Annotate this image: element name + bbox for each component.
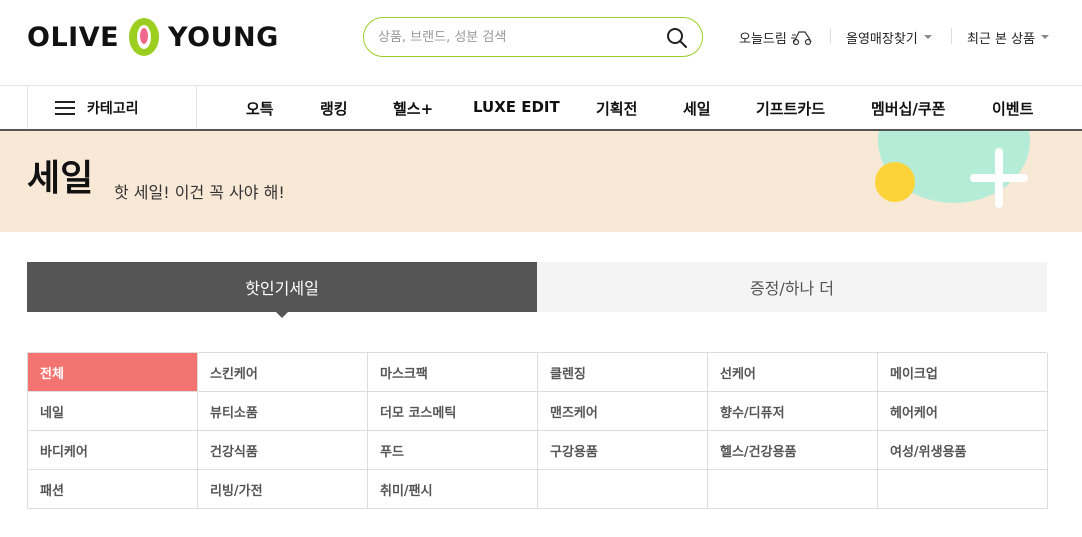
category-menu-button[interactable]: 카테고리 bbox=[27, 86, 197, 129]
active-tab-indicator bbox=[276, 312, 288, 318]
category-beauty-tools[interactable]: 뷰티소품 bbox=[198, 392, 368, 431]
category-health-food[interactable]: 건강식품 bbox=[198, 431, 368, 470]
plus-icon bbox=[995, 148, 1003, 208]
category-maskpack[interactable]: 마스크팩 bbox=[368, 353, 538, 392]
category-feminine-hygiene[interactable]: 여성/위생용품 bbox=[878, 431, 1048, 470]
tab-gift-one-more[interactable]: 증정/하나 더 bbox=[537, 262, 1047, 312]
nav-item-event[interactable]: 이벤트 bbox=[992, 98, 1033, 119]
recent-products-label: 최근 본 상품 bbox=[967, 31, 1036, 47]
nav-item-luxe-edit[interactable]: LUXE EDIT bbox=[473, 98, 560, 116]
category-derma-cosmetic[interactable]: 더모 코스메틱 bbox=[368, 392, 538, 431]
hamburger-icon bbox=[55, 100, 75, 116]
page-title: 세일 bbox=[27, 158, 94, 199]
olive-young-logo[interactable]: OLIVE YOUNG bbox=[27, 17, 279, 57]
empty-cell bbox=[708, 470, 878, 509]
category-food[interactable]: 푸드 bbox=[368, 431, 538, 470]
category-hobby-fancy[interactable]: 취미/팬시 bbox=[368, 470, 538, 509]
category-cleansing[interactable]: 클렌징 bbox=[538, 353, 708, 392]
category-perfume-diffuser[interactable]: 향수/디퓨저 bbox=[708, 392, 878, 431]
page-subtitle: 핫 세일! 이건 꼭 사야 해! bbox=[114, 183, 285, 202]
nav-item-promotion[interactable]: 기획전 bbox=[596, 98, 637, 119]
category-all[interactable]: 전체 bbox=[28, 353, 198, 392]
category-mens-care[interactable]: 맨즈케어 bbox=[538, 392, 708, 431]
empty-cell bbox=[538, 470, 708, 509]
category-health-products[interactable]: 헬스/건강용품 bbox=[708, 431, 878, 470]
today-dream-link[interactable]: 오늘드림 bbox=[739, 28, 813, 47]
logo-text-right: YOUNG bbox=[168, 21, 279, 53]
category-haircare[interactable]: 헤어케어 bbox=[878, 392, 1048, 431]
main-navigation: 카테고리 오특 랭킹 헬스+ LUXE EDIT 기획전 세일 기프트카드 멤버… bbox=[0, 86, 1082, 131]
store-finder-link[interactable]: 올영매장찾기 bbox=[846, 28, 932, 47]
category-makeup[interactable]: 메이크업 bbox=[878, 353, 1048, 392]
recent-products-link[interactable]: 최근 본 상품 bbox=[967, 28, 1050, 47]
today-dream-label: 오늘드림 bbox=[739, 31, 787, 47]
search-input[interactable] bbox=[378, 27, 658, 47]
util-divider bbox=[830, 28, 831, 44]
search-icon[interactable] bbox=[666, 27, 688, 49]
category-oral-care[interactable]: 구강용품 bbox=[538, 431, 708, 470]
decorative-dot bbox=[875, 162, 915, 202]
header: OLIVE YOUNG 오늘드림 올영매장찾기 최근 본 상품 bbox=[0, 0, 1082, 86]
nav-item-health-plus[interactable]: 헬스+ bbox=[393, 98, 433, 119]
category-menu-label: 카테고리 bbox=[87, 100, 139, 117]
category-fashion[interactable]: 패션 bbox=[28, 470, 198, 509]
olive-logo-icon bbox=[125, 17, 161, 57]
delivery-scooter-icon bbox=[790, 31, 812, 46]
category-filter-grid: 전체 스킨케어 마스크팩 클렌징 선케어 메이크업 네일 뷰티소품 더모 코스메… bbox=[27, 352, 1048, 509]
search-box bbox=[363, 17, 703, 57]
sale-banner: 세일 핫 세일! 이건 꼭 사야 해! bbox=[0, 131, 1082, 232]
logo-text-left: OLIVE bbox=[27, 21, 120, 53]
category-bodycare[interactable]: 바디케어 bbox=[28, 431, 198, 470]
empty-cell bbox=[878, 470, 1048, 509]
nav-item-otuk[interactable]: 오특 bbox=[246, 98, 274, 119]
nav-item-ranking[interactable]: 랭킹 bbox=[320, 98, 348, 119]
category-living-appliance[interactable]: 리빙/가전 bbox=[198, 470, 368, 509]
chevron-down-icon bbox=[1041, 35, 1050, 39]
nav-item-sale[interactable]: 세일 bbox=[683, 98, 711, 119]
category-skincare[interactable]: 스킨케어 bbox=[198, 353, 368, 392]
nav-item-membership-coupon[interactable]: 멤버십/쿠폰 bbox=[871, 98, 945, 119]
tab-hot-sale[interactable]: 핫인기세일 bbox=[27, 262, 537, 312]
store-finder-label: 올영매장찾기 bbox=[846, 31, 918, 47]
category-suncare[interactable]: 선케어 bbox=[708, 353, 878, 392]
nav-item-gift-card[interactable]: 기프트카드 bbox=[756, 98, 825, 119]
util-divider bbox=[951, 28, 952, 44]
chevron-down-icon bbox=[923, 35, 932, 39]
category-nail[interactable]: 네일 bbox=[28, 392, 198, 431]
